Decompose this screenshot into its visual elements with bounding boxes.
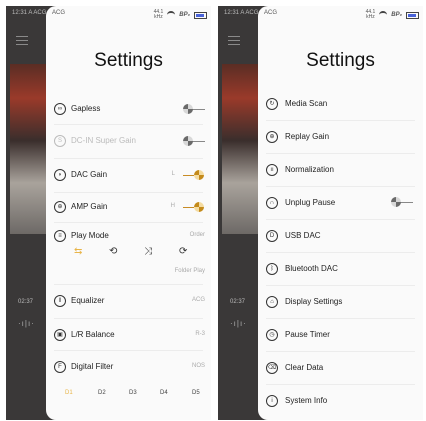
gapless-toggle[interactable] — [183, 104, 205, 114]
setting-system-info[interactable]: i System Info — [258, 390, 423, 412]
setting-amp-gain[interactable]: ⊕ AMP Gain H — [46, 196, 211, 218]
setting-lr-balance[interactable]: ▣ L/R Balance R-3 — [46, 324, 211, 346]
status-bar: ACG 44.1 kHz BP₀ — [52, 9, 207, 20]
divider — [54, 284, 203, 285]
settings-panel: ACG 44.1 kHz BP₀ Settings ↻ Media Scan ⊕ … — [258, 6, 423, 420]
divider — [266, 219, 415, 220]
bt-indicator: BP₀ — [179, 12, 190, 18]
balance-icon: ▣ — [54, 329, 66, 341]
amp-gain-icon: ⊕ — [54, 201, 66, 213]
divider — [54, 124, 203, 125]
trash-icon: ⌫ — [266, 362, 278, 374]
setting-dac-gain[interactable]: ◗ DAC Gain L — [46, 164, 211, 186]
filter-tabs: D1 D2 D3 D4 D5 — [46, 390, 211, 400]
dac-gain-toggle[interactable] — [183, 170, 205, 180]
shuffle-icon[interactable]: ⤨ — [144, 246, 152, 257]
unplug-pause-toggle[interactable] — [391, 197, 413, 207]
status-bar: ACG 44.1 kHz BP₀ — [264, 9, 419, 20]
waveform: ·ı|ı· — [18, 319, 35, 328]
amp-gain-toggle[interactable] — [183, 202, 205, 212]
battery-icon — [194, 11, 207, 19]
super-gain-icon: S — [54, 135, 66, 147]
divider — [54, 222, 203, 223]
info-icon: i — [266, 395, 278, 407]
page-title: Settings — [306, 50, 375, 71]
sample-rate: 44.1 kHz — [153, 9, 164, 20]
wifi-icon — [167, 11, 176, 19]
left-screen: 12:31 A ACG 02:37 ·ı|ı· K ACG 44.1kHz BP… — [6, 6, 211, 420]
setting-unplug-pause[interactable]: ∩ Unplug Pause — [258, 192, 423, 214]
repeat-icon[interactable]: ⟲ — [109, 246, 117, 257]
filter-tab-d4[interactable]: D4 — [160, 390, 168, 396]
setting-display-settings[interactable]: ⌂ Display Settings — [258, 291, 423, 313]
setting-play-mode[interactable]: ≡ Play Mode Order — [46, 228, 211, 242]
divider — [54, 318, 203, 319]
divider — [54, 192, 203, 193]
divider — [266, 318, 415, 319]
playback-time: 02:37 — [18, 299, 34, 305]
display-icon: ⌂ — [266, 296, 278, 308]
divider — [266, 186, 415, 187]
setting-dc-in-super-gain[interactable]: S DC-IN Super Gain — [46, 130, 211, 152]
setting-equalizer[interactable]: ‖ Equalizer ACG — [46, 290, 211, 312]
play-mode-icon: ≡ — [54, 230, 66, 242]
dac-gain-icon: ◗ — [54, 169, 66, 181]
setting-replay-gain[interactable]: ⊕ Replay Gain — [258, 126, 423, 148]
bg-status: 12:31 A ACG — [12, 10, 47, 16]
setting-clear-data[interactable]: ⌫ Clear Data — [258, 357, 423, 379]
waveform: ·ı|ı· — [230, 319, 247, 328]
filter-tab-d1[interactable]: D1 — [65, 390, 73, 396]
divider — [266, 153, 415, 154]
page-title: Settings — [94, 50, 163, 71]
bluetooth-icon: ᛒ — [266, 263, 278, 275]
playback-time: 02:37 — [230, 299, 246, 305]
play-mode-subvalue: Folder Play — [174, 268, 205, 274]
divider — [266, 351, 415, 352]
queue-icon[interactable] — [228, 36, 240, 46]
replay-gain-icon: ⊕ — [266, 131, 278, 143]
timer-icon: ◷ — [266, 329, 278, 341]
setting-digital-filter[interactable]: F Digital Filter NOS — [46, 356, 211, 378]
setting-media-scan[interactable]: ↻ Media Scan — [258, 93, 423, 115]
status-app: ACG — [264, 10, 278, 16]
setting-bluetooth-dac[interactable]: ᛒ Bluetooth DAC — [258, 258, 423, 280]
play-mode-options: ⇆ ⟲ ⤨ ⟳ — [46, 246, 211, 260]
right-screen: 12:31 A ACG 02:37 ·ı|ı· ACG 44.1 kHz BP₀ … — [218, 6, 423, 420]
order-icon[interactable]: ⇆ — [74, 246, 82, 257]
divider — [54, 158, 203, 159]
queue-icon[interactable] — [16, 36, 28, 46]
refresh-icon: ↻ — [266, 98, 278, 110]
super-gain-toggle[interactable] — [183, 136, 205, 146]
bg-status: 12:31 A ACG — [224, 10, 259, 16]
infinity-icon: ∞ — [54, 103, 66, 115]
setting-normalization[interactable]: ıı Normalization — [258, 159, 423, 181]
normalization-icon: ıı — [266, 164, 278, 176]
filter-icon: F — [54, 361, 66, 373]
divider — [266, 252, 415, 253]
filter-tab-d2[interactable]: D2 — [98, 390, 106, 396]
headphone-icon: ∩ — [266, 197, 278, 209]
sample-rate: 44.1 kHz — [365, 9, 376, 20]
divider — [266, 285, 415, 286]
battery-icon — [406, 11, 419, 19]
bt-indicator: BP₀ — [391, 12, 402, 18]
setting-gapless[interactable]: ∞ Gapless — [46, 98, 211, 120]
divider — [266, 120, 415, 121]
status-app: ACG — [52, 10, 66, 16]
wifi-icon — [379, 11, 388, 19]
filter-tab-d3[interactable]: D3 — [129, 390, 137, 396]
divider — [266, 384, 415, 385]
equalizer-icon: ‖ — [54, 295, 66, 307]
divider — [54, 350, 203, 351]
settings-panel: ACG 44.1 kHz BP₀ Settings ∞ Gapless S DC-… — [46, 6, 211, 420]
repeat-one-icon[interactable]: ⟳ — [179, 246, 187, 257]
setting-usb-dac[interactable]: D USB DAC — [258, 225, 423, 247]
usb-icon: D — [266, 230, 278, 242]
filter-tab-d5[interactable]: D5 — [192, 390, 200, 396]
setting-pause-timer[interactable]: ◷ Pause Timer — [258, 324, 423, 346]
